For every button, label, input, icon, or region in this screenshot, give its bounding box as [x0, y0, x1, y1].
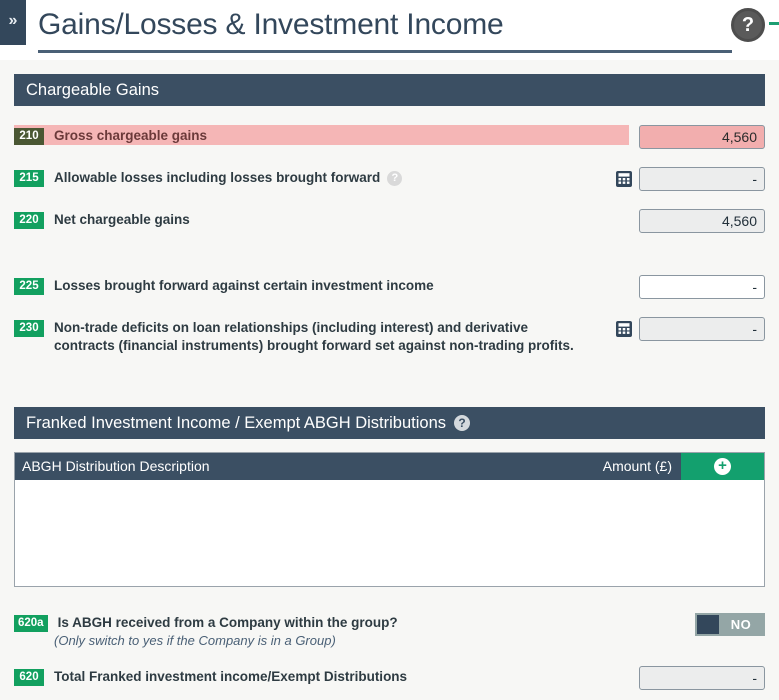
page-header: Gains/Losses & Investment Income	[38, 4, 765, 60]
table-body[interactable]	[15, 480, 764, 586]
total-franked-investment-income-input	[639, 666, 765, 690]
sidebar-expand-tab[interactable]: »	[0, 0, 26, 45]
row-220-label-block: 220 Net chargeable gains	[14, 209, 629, 229]
row-225-field-zone	[629, 275, 765, 299]
non-trade-deficits-input	[639, 317, 765, 341]
section-help-icon[interactable]: ?	[454, 415, 471, 431]
box-number-215: 215	[14, 170, 44, 187]
section-title: Chargeable Gains	[26, 81, 159, 99]
form-row-210: 210 Gross chargeable gains	[0, 125, 779, 155]
form-page: » Gains/Losses & Investment Income ? Cha…	[0, 0, 779, 700]
box-number-620a: 620a	[14, 615, 48, 632]
row-620-label-block: 620 Total Franked investment income/Exem…	[14, 666, 629, 686]
form-row-230: 230 Non-trade deficits on loan relations…	[0, 317, 779, 355]
box-number-210: 210	[14, 128, 44, 145]
gross-chargeable-gains-input[interactable]	[639, 125, 765, 149]
row-210-label-block: 210 Gross chargeable gains	[14, 125, 629, 145]
abgh-group-toggle[interactable]: NO	[695, 613, 765, 636]
form-row-220: 220 Net chargeable gains	[0, 209, 779, 239]
row-225-label-block: 225 Losses brought forward against certa…	[14, 275, 629, 295]
row-220-field-zone	[629, 209, 765, 233]
row-230-label: Non-trade deficits on loan relationships…	[54, 320, 574, 353]
row-620-label: Total Franked investment income/Exempt D…	[54, 669, 408, 684]
row-620a-hint: (Only switch to yes if the Company is in…	[54, 633, 336, 648]
row-210-label: Gross chargeable gains	[54, 128, 208, 143]
form-row-620: 620 Total Franked investment income/Exem…	[0, 666, 779, 696]
toggle-label: NO	[730, 617, 752, 632]
form-row-215: 215 Allowable losses including losses br…	[0, 167, 779, 197]
allowable-losses-input[interactable]	[639, 167, 765, 191]
section-title: Franked Investment Income / Exempt ABGH …	[26, 414, 447, 432]
box-number-230: 230	[14, 320, 44, 337]
row-215-label-text: Allowable losses including losses brough…	[54, 170, 381, 185]
row-230-label-block: 230 Non-trade deficits on loan relations…	[14, 317, 574, 355]
form-row-225: 225 Losses brought forward against certa…	[0, 275, 779, 305]
row-620a-label: Is ABGH received from a Company within t…	[57, 615, 398, 630]
row-215-help-icon[interactable]: ?	[387, 170, 403, 186]
row-220-label: Net chargeable gains	[54, 212, 190, 227]
row-620a-label-block: 620a Is ABGH received from a Company wit…	[14, 612, 685, 650]
row-215-label-block: 215 Allowable losses including losses br…	[14, 167, 605, 187]
title-underline	[38, 50, 732, 53]
row-620-field-zone	[629, 666, 765, 690]
column-header-description: ABGH Distribution Description	[22, 458, 210, 474]
row-210-field-zone	[629, 125, 765, 149]
calculator-icon[interactable]	[615, 320, 633, 338]
toggle-knob	[697, 615, 719, 634]
table-header-row: ABGH Distribution Description Amount (£)…	[15, 453, 764, 480]
abgh-distributions-table: ABGH Distribution Description Amount (£)…	[14, 452, 765, 587]
chargeable-gains-rows: 210 Gross chargeable gains 215 Allowable…	[0, 125, 779, 355]
page-title: Gains/Losses & Investment Income	[38, 8, 504, 41]
help-circle-icon: ?	[741, 14, 755, 36]
row-225-label: Losses brought forward against certain i…	[54, 278, 434, 293]
row-230-field-zone	[605, 317, 765, 341]
section-header-chargeable-gains: Chargeable Gains	[14, 74, 765, 106]
box-number-225: 225	[14, 278, 44, 295]
plus-circle-icon: +	[714, 458, 731, 475]
losses-brought-forward-input[interactable]	[639, 275, 765, 299]
calculator-icon[interactable]	[615, 170, 633, 188]
row-215-field-zone	[605, 167, 765, 191]
box-number-620: 620	[14, 669, 44, 686]
column-header-amount: Amount (£)	[602, 458, 672, 474]
page-help-button[interactable]: ?	[731, 8, 765, 42]
form-row-620a: 620a Is ABGH received from a Company wit…	[0, 612, 779, 650]
section-header-franked-investment-income: Franked Investment Income / Exempt ABGH …	[14, 407, 765, 439]
row-620a-field-zone: NO	[685, 612, 765, 636]
add-distribution-button[interactable]: +	[681, 453, 764, 480]
chevron-double-right-icon: »	[8, 12, 18, 29]
row-215-label: Allowable losses including losses brough…	[54, 167, 403, 187]
box-number-220: 220	[14, 212, 44, 229]
form-panel: Chargeable Gains 210 Gross chargeable ga…	[0, 60, 779, 700]
net-chargeable-gains-input	[639, 209, 765, 233]
title-accent-bar	[769, 22, 779, 25]
